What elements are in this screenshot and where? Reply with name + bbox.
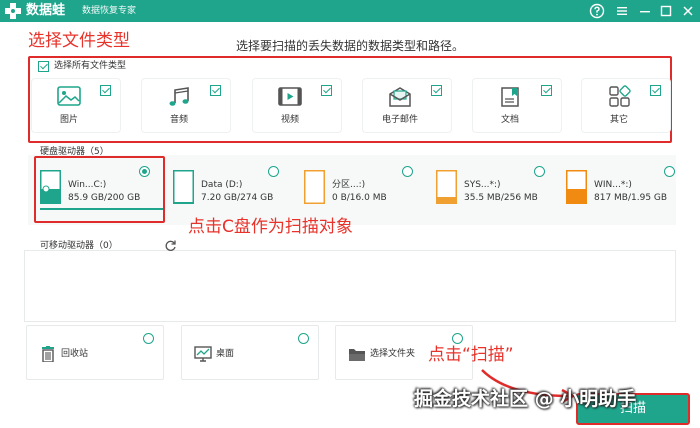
removable-drives-panel [24,250,676,322]
maximize-icon[interactable] [658,3,674,19]
close-icon[interactable] [680,3,696,19]
file-type-checkbox[interactable] [541,85,552,96]
recycle-bin-icon [42,346,54,362]
minimize-icon[interactable] [637,3,653,19]
location-radio[interactable] [298,333,309,344]
location-desktop[interactable]: 桌面 [181,325,319,380]
drive-name: SYS...*:) [464,180,501,190]
annotation-select-types: 选择文件类型 [28,31,130,51]
music-icon [169,87,189,106]
drive-name: Data (D:) [201,180,243,190]
file-type-video[interactable]: 视频 [253,79,341,132]
drive-size: 7.20 GB/274 GB [201,193,274,203]
drive-size: 35.5 MB/256 MB [464,193,538,203]
file-type-label: 图片 [59,115,78,125]
drive-radio[interactable] [664,166,675,177]
drive-radio[interactable] [402,166,413,177]
file-type-email[interactable]: 电子邮件 [363,79,451,132]
annotation-click-scan: 点击“扫描” [428,345,514,365]
drive-icon [173,170,194,204]
folder-icon [349,349,365,361]
file-type-other[interactable]: 其它 [582,79,670,132]
removable-drives-title: 可移动驱动器（0） [40,241,118,251]
location-label: 桌面 [216,349,235,359]
app-name: 数据蛙 [26,3,66,18]
image-icon [57,86,81,106]
file-type-image[interactable]: 图片 [32,79,120,132]
annotation-click-c: 点击C盘作为扫描对象 [188,217,353,237]
file-type-label: 其它 [609,115,628,125]
app-logo-icon [5,3,21,19]
location-label: 选择文件夹 [370,349,416,359]
file-type-checkbox[interactable] [210,85,221,96]
file-type-checkbox[interactable] [650,85,661,96]
menu-icon[interactable] [614,3,630,19]
drive-size: 817 MB/1.95 GB [594,193,668,203]
other-icon [609,85,631,107]
title-bar: 数据蛙 数据恢复专家 [0,0,700,22]
watermark-text: 掘金技术社区 @ 小明助手 [414,388,637,410]
select-all-checkbox[interactable] [38,61,49,72]
refresh-icon[interactable] [164,239,177,252]
location-radio[interactable] [452,333,463,344]
location-radio[interactable] [143,333,154,344]
location-label: 回收站 [61,349,89,359]
video-icon [278,87,302,106]
file-type-label: 电子邮件 [381,115,418,125]
file-type-checkbox[interactable] [100,85,111,96]
file-type-document[interactable]: 文档 [473,79,561,132]
drive-name: WIN...*:) [594,180,632,190]
instruction-text: 选择要扫描的丢失数据的数据类型和路径。 [236,39,465,53]
file-type-checkbox[interactable] [321,85,332,96]
file-type-label: 文档 [500,115,519,125]
drive-size: 0 B/16.0 MB [332,193,387,203]
file-type-checkbox[interactable] [431,85,442,96]
drive-icon [566,170,587,204]
drive-name: 分区...:) [332,180,366,190]
drive-icon [436,170,457,204]
drive-icon [304,170,325,204]
file-type-label: 视频 [280,115,299,125]
select-all-label: 选择所有文件类型 [54,61,127,71]
desktop-icon [194,346,212,362]
drive-radio[interactable] [534,166,545,177]
file-type-audio[interactable]: 音频 [142,79,230,132]
email-icon [389,87,411,107]
help-icon[interactable] [589,3,605,19]
file-type-label: 音频 [169,115,188,125]
c-drive-highlight [34,156,165,223]
location-recycle-bin[interactable]: 回收站 [26,325,164,380]
app-subtitle: 数据恢复专家 [82,6,137,16]
drive-radio[interactable] [268,166,279,177]
document-icon [501,87,519,107]
